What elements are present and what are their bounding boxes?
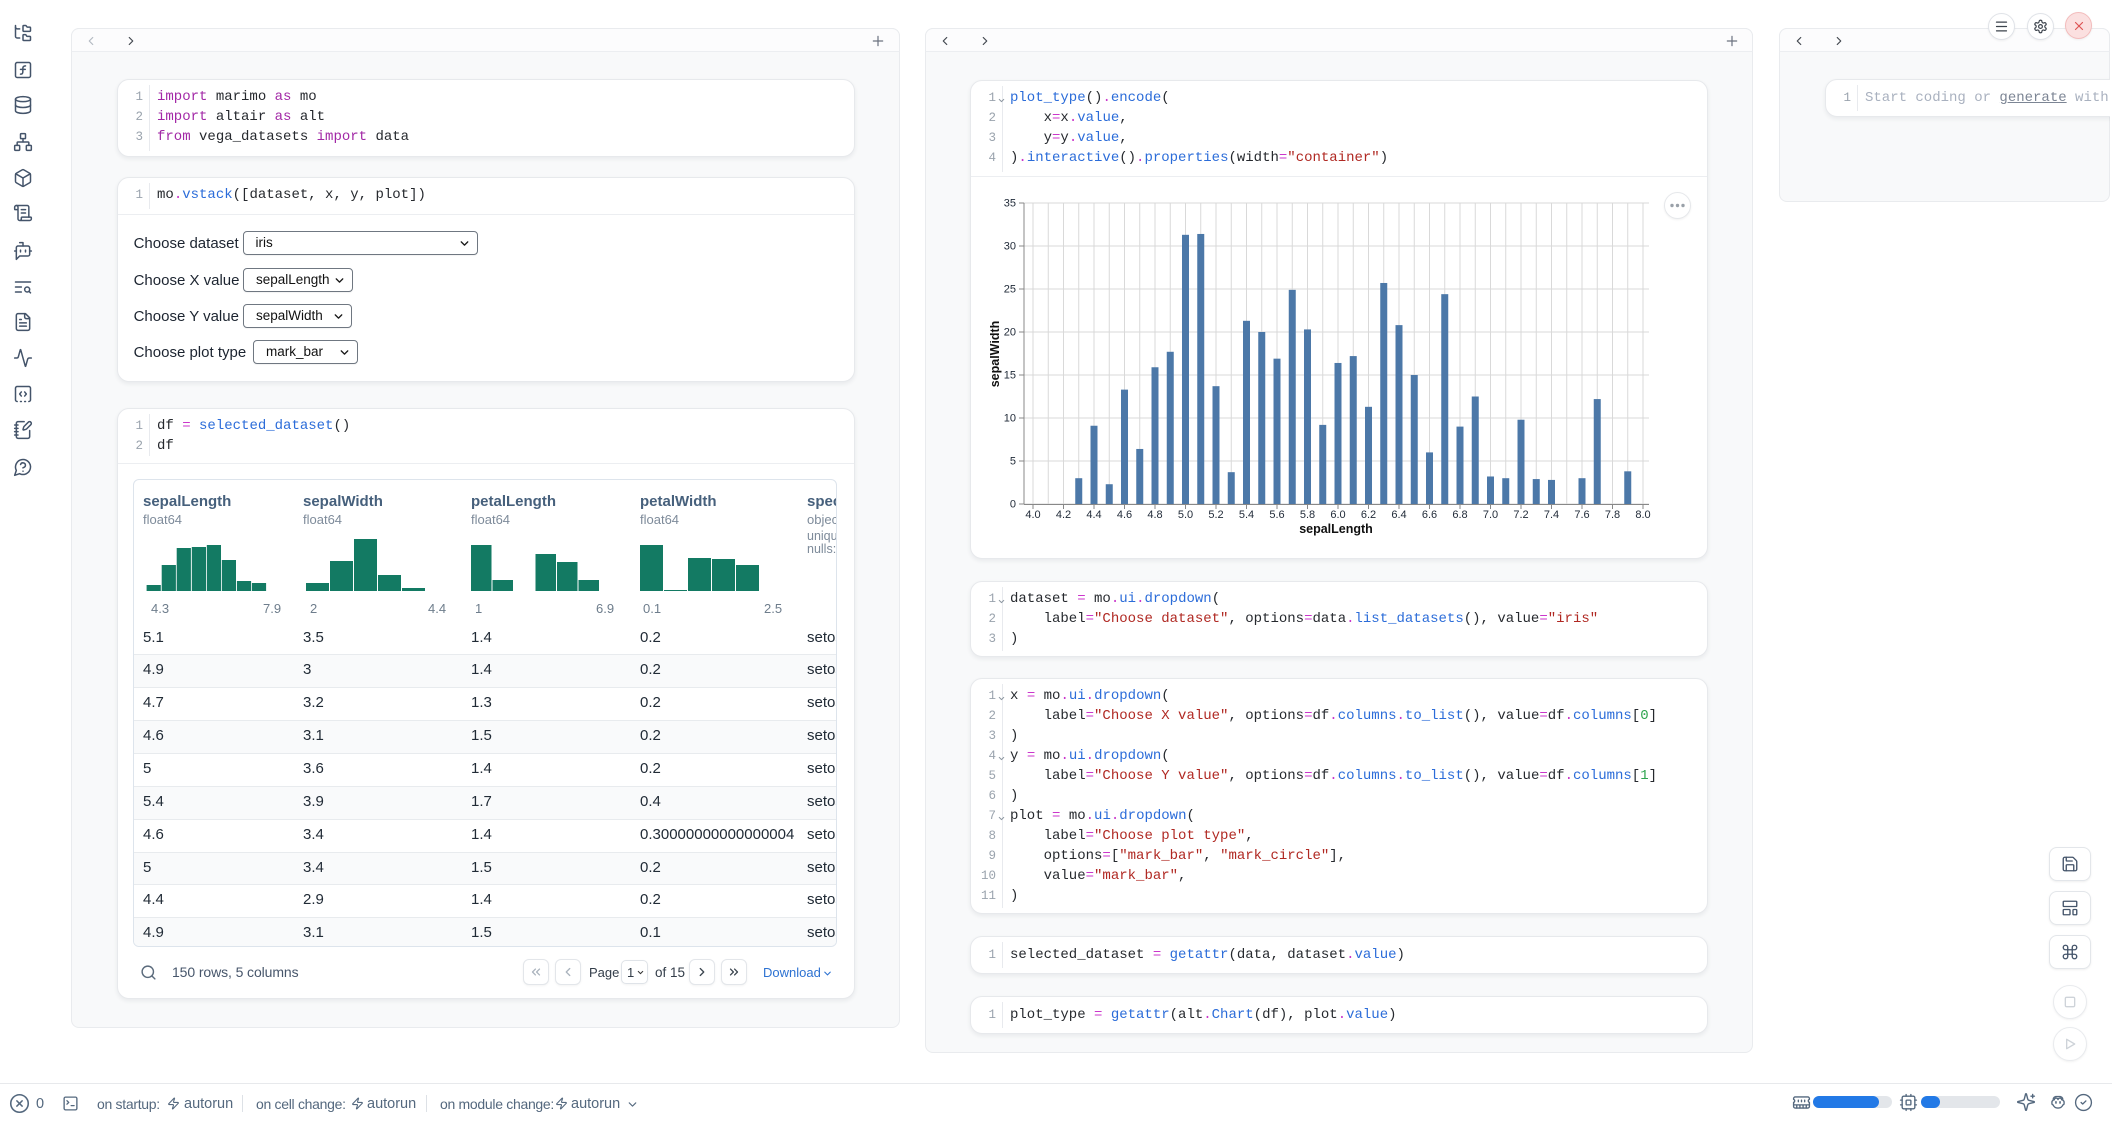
svg-text:8.0: 8.0 — [1635, 509, 1650, 521]
svg-text:5.2: 5.2 — [1208, 509, 1223, 521]
svg-text:sepalLength: sepalLength — [1299, 522, 1373, 536]
svg-text:30: 30 — [1004, 241, 1016, 253]
svg-text:5: 5 — [1010, 456, 1016, 468]
svg-text:5.6: 5.6 — [1269, 509, 1284, 521]
svg-text:7.2: 7.2 — [1513, 509, 1528, 521]
svg-text:4.6: 4.6 — [1117, 509, 1132, 521]
svg-text:25: 25 — [1004, 284, 1016, 296]
svg-text:sepalWidth: sepalWidth — [990, 321, 1002, 388]
svg-text:6.2: 6.2 — [1361, 509, 1376, 521]
svg-text:7.6: 7.6 — [1574, 509, 1589, 521]
svg-text:10: 10 — [1004, 413, 1016, 425]
svg-text:0: 0 — [1010, 499, 1016, 511]
svg-text:6.6: 6.6 — [1422, 509, 1437, 521]
svg-text:6.8: 6.8 — [1452, 509, 1467, 521]
svg-text:7.8: 7.8 — [1605, 509, 1620, 521]
svg-text:5.8: 5.8 — [1300, 509, 1315, 521]
svg-text:6.0: 6.0 — [1330, 509, 1345, 521]
svg-text:4.8: 4.8 — [1147, 509, 1162, 521]
svg-text:7.4: 7.4 — [1544, 509, 1559, 521]
svg-text:20: 20 — [1004, 327, 1016, 339]
svg-text:7.0: 7.0 — [1483, 509, 1498, 521]
svg-text:5.4: 5.4 — [1239, 509, 1254, 521]
svg-text:4.4: 4.4 — [1086, 509, 1101, 521]
svg-text:15: 15 — [1004, 370, 1016, 382]
svg-text:35: 35 — [1004, 198, 1016, 210]
svg-text:4.2: 4.2 — [1056, 509, 1071, 521]
svg-text:5.0: 5.0 — [1178, 509, 1193, 521]
svg-text:4.0: 4.0 — [1025, 509, 1040, 521]
svg-text:6.4: 6.4 — [1391, 509, 1406, 521]
